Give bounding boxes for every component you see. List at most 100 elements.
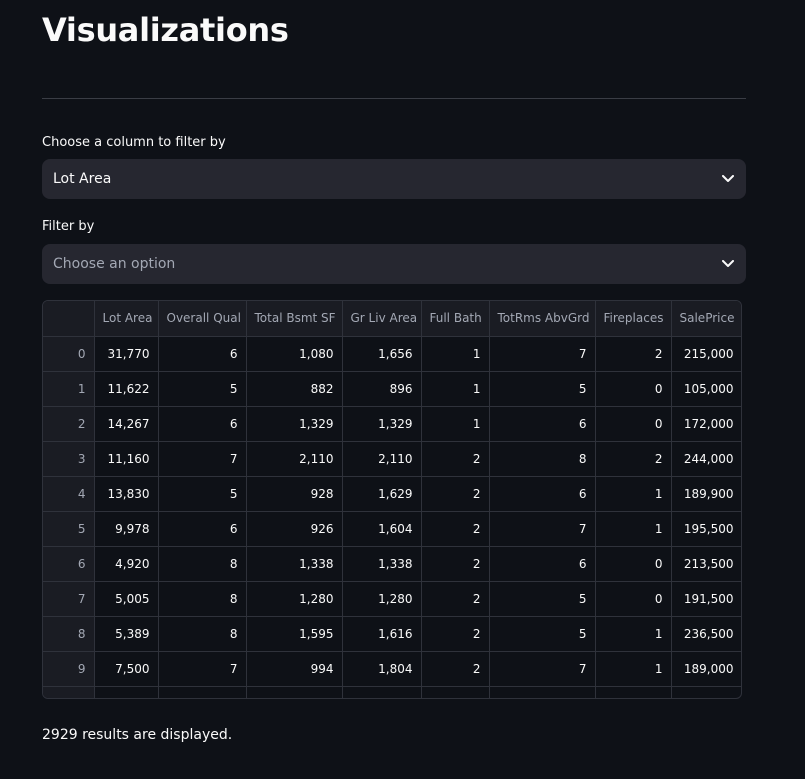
- table-cell[interactable]: 5: [158, 476, 247, 512]
- row-index[interactable]: 3: [43, 441, 95, 477]
- table-cell[interactable]: 8: [489, 441, 596, 477]
- table-cell[interactable]: 2: [421, 441, 490, 477]
- table-cell[interactable]: 11,160: [94, 441, 159, 477]
- table-cell[interactable]: 7: [158, 651, 247, 687]
- table-cell[interactable]: 1,329: [342, 406, 422, 442]
- table-cell[interactable]: 14,267: [94, 406, 159, 442]
- table-cell[interactable]: 2: [421, 616, 490, 652]
- filter-column-select[interactable]: Lot Area: [42, 159, 746, 199]
- table-cell[interactable]: 5,005: [94, 581, 159, 617]
- column-header[interactable]: Overall Qual: [158, 301, 247, 337]
- table-cell[interactable]: 0: [595, 581, 672, 617]
- table-cell[interactable]: 6: [489, 406, 596, 442]
- table-cell[interactable]: 2: [421, 546, 490, 582]
- table-cell[interactable]: 189,900: [671, 476, 741, 512]
- row-index[interactable]: 7: [43, 581, 95, 617]
- table-cell[interactable]: 8: [158, 546, 247, 582]
- table-cell[interactable]: 1: [421, 406, 490, 442]
- table-cell[interactable]: 1,329: [246, 406, 343, 442]
- table-cell[interactable]: 5: [489, 581, 596, 617]
- table-cell[interactable]: 1: [595, 651, 672, 687]
- table-cell[interactable]: 1,280: [342, 581, 422, 617]
- table-cell[interactable]: 2: [421, 651, 490, 687]
- table-cell[interactable]: 2,110: [246, 441, 343, 477]
- row-index[interactable]: 0: [43, 336, 95, 372]
- row-index[interactable]: 6: [43, 546, 95, 582]
- table-cell[interactable]: 1: [595, 511, 672, 547]
- table-cell[interactable]: 1,280: [246, 581, 343, 617]
- table-cell[interactable]: 8: [158, 581, 247, 617]
- table-cell[interactable]: 926: [246, 511, 343, 547]
- table-cell[interactable]: 1,338: [246, 546, 343, 582]
- table-cell[interactable]: 31,770: [94, 336, 159, 372]
- table-cell[interactable]: 7: [489, 651, 596, 687]
- table-cell[interactable]: 1,080: [246, 336, 343, 372]
- table-cell[interactable]: 2,110: [342, 441, 422, 477]
- table-cell[interactable]: 195,500: [671, 511, 741, 547]
- row-index[interactable]: 1: [43, 371, 95, 407]
- table-cell[interactable]: 1,616: [342, 616, 422, 652]
- table-cell[interactable]: 2: [421, 476, 490, 512]
- table-cell[interactable]: 6: [158, 336, 247, 372]
- column-header[interactable]: Full Bath: [421, 301, 490, 337]
- table-cell[interactable]: 215,000: [671, 336, 741, 372]
- table-cell[interactable]: 244,000: [671, 441, 741, 477]
- table-cell[interactable]: 11,622: [94, 371, 159, 407]
- table-cell[interactable]: 7: [489, 511, 596, 547]
- table-cell[interactable]: 8: [158, 616, 247, 652]
- table-cell[interactable]: 1: [421, 371, 490, 407]
- table-cell[interactable]: 882: [246, 371, 343, 407]
- filter-by-select[interactable]: Choose an option: [42, 244, 746, 284]
- table-cell[interactable]: 1,656: [342, 336, 422, 372]
- table-cell[interactable]: 13,830: [94, 476, 159, 512]
- row-index[interactable]: 8: [43, 616, 95, 652]
- table-cell[interactable]: 189,000: [671, 651, 741, 687]
- column-header[interactable]: Fireplaces: [595, 301, 672, 337]
- table-cell[interactable]: 994: [246, 651, 343, 687]
- column-header[interactable]: SalePrice: [671, 301, 741, 337]
- table-cell[interactable]: 6: [489, 476, 596, 512]
- table-cell[interactable]: 0: [595, 546, 672, 582]
- table-cell[interactable]: 5: [489, 371, 596, 407]
- table-cell[interactable]: 5: [489, 616, 596, 652]
- table-cell[interactable]: 7: [489, 336, 596, 372]
- table-cell[interactable]: 1: [595, 476, 672, 512]
- row-index[interactable]: 5: [43, 511, 95, 547]
- table-cell[interactable]: 6: [489, 546, 596, 582]
- row-index[interactable]: 9: [43, 651, 95, 687]
- table-cell[interactable]: 896: [342, 371, 422, 407]
- row-index[interactable]: 2: [43, 406, 95, 442]
- column-header[interactable]: Gr Liv Area: [342, 301, 422, 337]
- table-cell[interactable]: 1,804: [342, 651, 422, 687]
- table-cell[interactable]: 2: [421, 511, 490, 547]
- table-cell[interactable]: 2: [595, 336, 672, 372]
- data-table[interactable]: Lot Area Overall Qual Total Bsmt SF Gr L…: [42, 300, 742, 699]
- table-cell[interactable]: 0: [595, 371, 672, 407]
- table-cell[interactable]: 236,500: [671, 616, 741, 652]
- table-cell[interactable]: 6: [158, 511, 247, 547]
- row-index[interactable]: 4: [43, 476, 95, 512]
- table-cell[interactable]: 172,000: [671, 406, 741, 442]
- column-header[interactable]: TotRms AbvGrd: [489, 301, 596, 337]
- table-cell[interactable]: 928: [246, 476, 343, 512]
- table-cell[interactable]: 6: [158, 406, 247, 442]
- column-header[interactable]: Lot Area: [94, 301, 159, 337]
- table-cell[interactable]: 0: [595, 406, 672, 442]
- table-cell[interactable]: 2: [421, 581, 490, 617]
- table-cell[interactable]: 9,978: [94, 511, 159, 547]
- table-cell[interactable]: 1: [421, 336, 490, 372]
- table-cell[interactable]: 7,500: [94, 651, 159, 687]
- table-cell[interactable]: 4,920: [94, 546, 159, 582]
- table-cell[interactable]: 2: [595, 441, 672, 477]
- table-cell[interactable]: 1,604: [342, 511, 422, 547]
- table-cell[interactable]: 1,595: [246, 616, 343, 652]
- table-cell[interactable]: 191,500: [671, 581, 741, 617]
- table-cell[interactable]: 5: [158, 371, 247, 407]
- table-cell[interactable]: 213,500: [671, 546, 741, 582]
- table-cell[interactable]: 1,629: [342, 476, 422, 512]
- table-cell[interactable]: 1,338: [342, 546, 422, 582]
- table-cell[interactable]: 1: [595, 616, 672, 652]
- table-cell[interactable]: 7: [158, 441, 247, 477]
- table-cell[interactable]: 5,389: [94, 616, 159, 652]
- column-header[interactable]: Total Bsmt SF: [246, 301, 343, 337]
